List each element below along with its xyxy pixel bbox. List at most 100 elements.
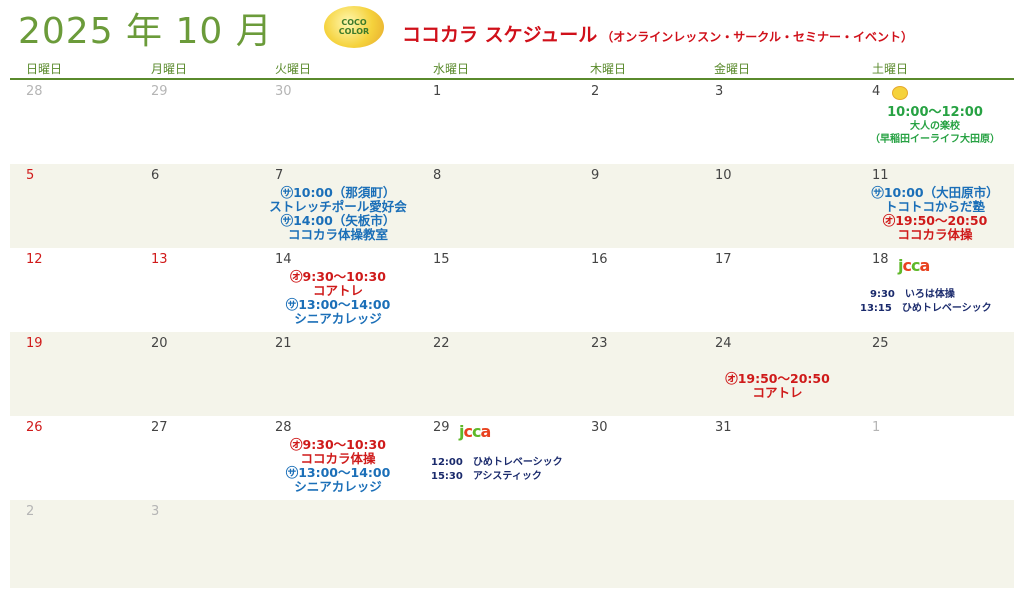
day-number: 12: [26, 252, 43, 267]
day-cell[interactable]: 17: [699, 248, 856, 332]
day-number: 11: [872, 168, 889, 183]
day-cell[interactable]: 27: [135, 416, 259, 500]
day-number: 13: [151, 252, 168, 267]
event-time[interactable]: ㋔19:50〜20:50: [856, 214, 1014, 228]
day-cell[interactable]: 12: [10, 248, 135, 332]
event-list: ㋚10:00（那須町） ストレッチポール愛好会 ㋚14:00（矢板市） ココカラ…: [259, 186, 417, 242]
day-cell[interactable]: 30: [575, 416, 699, 500]
day-cell[interactable]: 3: [135, 500, 259, 584]
day-cell[interactable]: 29: [135, 80, 259, 164]
day-cell[interactable]: 28: [10, 80, 135, 164]
logo-text-top: COCO: [341, 18, 367, 27]
day-cell[interactable]: 10: [699, 164, 856, 248]
event-title[interactable]: コアトレ: [699, 386, 856, 400]
day-cell-oct11[interactable]: 11 ㋚10:00（大田原市） トコトコからだ塾 ㋔19:50〜20:50 ココ…: [856, 164, 1014, 248]
day-number: 27: [151, 420, 168, 435]
day-number: 5: [26, 168, 35, 183]
day-cell-oct4[interactable]: 4 10:00〜12:00 大人の楽校 （早稲田イーライフ大田原）: [856, 80, 1014, 164]
header: 2025 年 10 月 COCO COLOR ココカラ スケジュール （オンライン…: [0, 0, 1024, 58]
event-title[interactable]: トコトコからだ塾: [856, 200, 1014, 214]
event-title[interactable]: 大人の楽校: [856, 120, 1014, 133]
schedule-title: ココカラ スケジュール （オンラインレッスン・サークル・セミナー・イベント）: [402, 20, 913, 47]
event-time[interactable]: ㋚14:00（矢板市）: [259, 214, 417, 228]
page-title: 2025 年 10 月: [18, 11, 273, 52]
day-cell[interactable]: 16: [575, 248, 699, 332]
jcca-logo: jcca: [459, 422, 491, 441]
day-cell[interactable]: 1: [856, 416, 1014, 500]
event-title[interactable]: ココカラ体操教室: [259, 228, 417, 242]
event-line[interactable]: 13:15 ひめトレベーシック: [860, 302, 992, 316]
event-title[interactable]: コアトレ: [259, 284, 417, 298]
event-time[interactable]: 10:00〜12:00: [856, 106, 1014, 120]
day-number: 17: [715, 252, 732, 267]
day-cell[interactable]: 9: [575, 164, 699, 248]
event-time[interactable]: ㋚13:00〜14:00: [259, 298, 417, 312]
event-list: ㋔9:30〜10:30 ココカラ体操 ㋚13:00〜14:00 シニアカレッジ: [259, 438, 417, 494]
day-cell[interactable]: 1: [417, 80, 575, 164]
event-list: ㋔9:30〜10:30 コアトレ ㋚13:00〜14:00 シニアカレッジ: [259, 270, 417, 326]
day-number: 30: [275, 84, 292, 99]
day-cell[interactable]: 8: [417, 164, 575, 248]
event-title[interactable]: ココカラ体操: [259, 452, 417, 466]
event-time[interactable]: ㋚10:00（那須町）: [259, 186, 417, 200]
coco-color-logo: COCO COLOR: [324, 6, 384, 48]
day-cell-oct14[interactable]: 14 ㋔9:30〜10:30 コアトレ ㋚13:00〜14:00 シニアカレッジ: [259, 248, 417, 332]
day-number: 30: [591, 420, 608, 435]
day-cell[interactable]: 19: [10, 332, 135, 416]
day-cell[interactable]: 13: [135, 248, 259, 332]
day-cell[interactable]: 21: [259, 332, 417, 416]
day-number: 25: [872, 336, 889, 351]
day-number: 22: [433, 336, 450, 351]
weekday-sun: 日曜日: [26, 62, 63, 76]
day-number: 28: [26, 84, 43, 99]
event-line[interactable]: 15:30 アシスティック: [431, 470, 542, 484]
day-cell[interactable]: 20: [135, 332, 259, 416]
event-line[interactable]: 9:30 いろは体操: [870, 288, 955, 302]
day-cell[interactable]: 6: [135, 164, 259, 248]
day-cell[interactable]: 2: [575, 80, 699, 164]
event-title[interactable]: シニアカレッジ: [259, 480, 417, 494]
day-number: 19: [26, 336, 43, 351]
day-cell-oct28[interactable]: 28 ㋔9:30〜10:30 ココカラ体操 ㋚13:00〜14:00 シニアカレ…: [259, 416, 417, 500]
day-cell[interactable]: 23: [575, 332, 699, 416]
weekday-tue: 火曜日: [275, 62, 312, 76]
day-number: 9: [591, 168, 600, 183]
day-cell[interactable]: 15: [417, 248, 575, 332]
day-number: 28: [275, 420, 292, 435]
event-time[interactable]: ㋚13:00〜14:00: [259, 466, 417, 480]
event-time[interactable]: ㋔9:30〜10:30: [259, 438, 417, 452]
event-title[interactable]: ストレッチポール愛好会: [259, 200, 417, 214]
day-cell[interactable]: 22: [417, 332, 575, 416]
event-title[interactable]: ココカラ体操: [856, 228, 1014, 242]
day-number: 10: [715, 168, 732, 183]
day-cell[interactable]: 25: [856, 332, 1014, 416]
day-cell-oct18[interactable]: 18 jcca 9:30 いろは体操 13:15 ひめトレベーシック: [856, 248, 1014, 332]
day-number: 29: [433, 420, 450, 435]
day-number: 14: [275, 252, 292, 267]
day-number: 20: [151, 336, 168, 351]
day-cell[interactable]: 31: [699, 416, 856, 500]
day-cell[interactable]: 2: [10, 500, 135, 584]
event-location[interactable]: （早稲田イーライフ大田原）: [856, 133, 1014, 146]
calendar-week-3: 12 13 14 ㋔9:30〜10:30 コアトレ ㋚13:00〜14:00 シ…: [10, 248, 1014, 332]
day-cell[interactable]: 5: [10, 164, 135, 248]
day-number: 7: [275, 168, 284, 183]
day-cell[interactable]: 30: [259, 80, 417, 164]
event-line[interactable]: 12:00 ひめトレベーシック: [431, 456, 563, 470]
day-number: 31: [715, 420, 732, 435]
day-number: 6: [151, 168, 160, 183]
day-cell[interactable]: 26: [10, 416, 135, 500]
event-time[interactable]: ㋚10:00（大田原市）: [856, 186, 1014, 200]
day-cell[interactable]: 3: [699, 80, 856, 164]
day-number: 24: [715, 336, 732, 351]
event-time[interactable]: ㋔9:30〜10:30: [259, 270, 417, 284]
day-cell-oct29[interactable]: 29 jcca 12:00 ひめトレベーシック 15:30 アシスティック: [417, 416, 575, 500]
day-number: 3: [151, 504, 160, 519]
event-list: 10:00〜12:00 大人の楽校 （早稲田イーライフ大田原）: [856, 106, 1014, 146]
event-time[interactable]: ㋔19:50〜20:50: [699, 372, 856, 386]
day-cell-oct7[interactable]: 7 ㋚10:00（那須町） ストレッチポール愛好会 ㋚14:00（矢板市） ココ…: [259, 164, 417, 248]
event-title[interactable]: シニアカレッジ: [259, 312, 417, 326]
day-number: 3: [715, 84, 724, 99]
schedule-title-main: ココカラ スケジュール: [402, 24, 598, 46]
day-cell-oct24[interactable]: 24 ㋔19:50〜20:50 コアトレ: [699, 332, 856, 416]
